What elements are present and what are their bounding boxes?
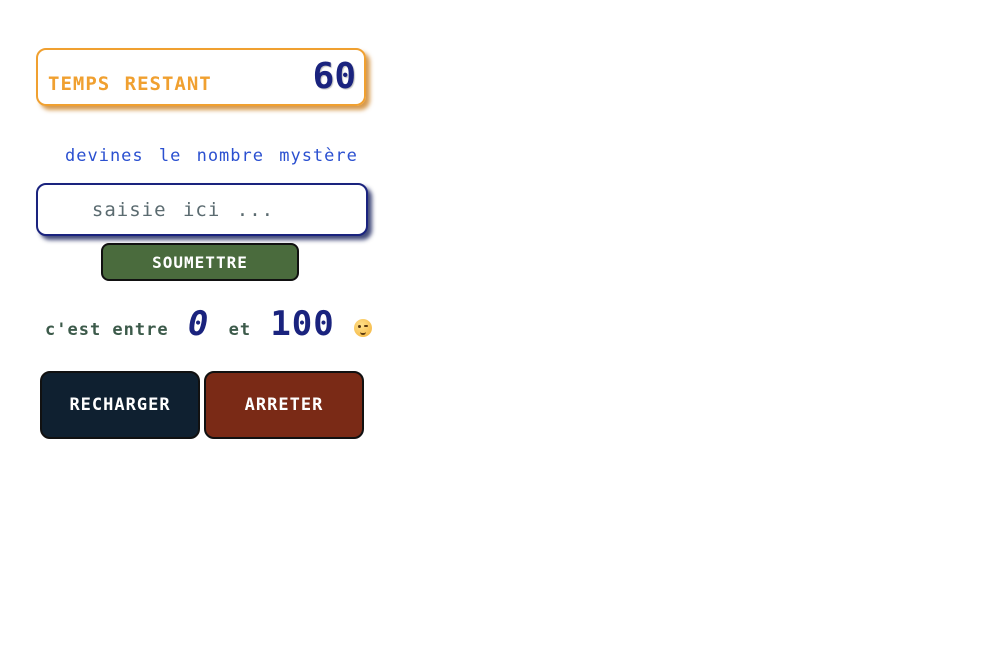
submit-button[interactable]: SOUMETTRE [101, 243, 299, 281]
stop-button[interactable]: ARRETER [204, 371, 364, 439]
range-max: 100 [270, 304, 335, 344]
guess-input[interactable] [36, 183, 368, 236]
guess-game-app: TEMPS RESTANT 60 devines le nombre mystè… [0, 0, 1000, 660]
timer-label: TEMPS RESTANT [48, 73, 212, 95]
guess-prompt: devines le nombre mystère [65, 146, 358, 166]
reload-button[interactable]: RECHARGER [40, 371, 200, 439]
range-min: 0 [187, 304, 210, 344]
winking-face-icon [353, 319, 372, 337]
range-conjunction: et [228, 320, 252, 340]
timer-value: 60 [312, 56, 356, 97]
range-prefix: c'est entre [45, 320, 169, 340]
range-hint: c'est entre 0 et 100 [45, 304, 372, 344]
timer-box: TEMPS RESTANT 60 [36, 48, 366, 106]
